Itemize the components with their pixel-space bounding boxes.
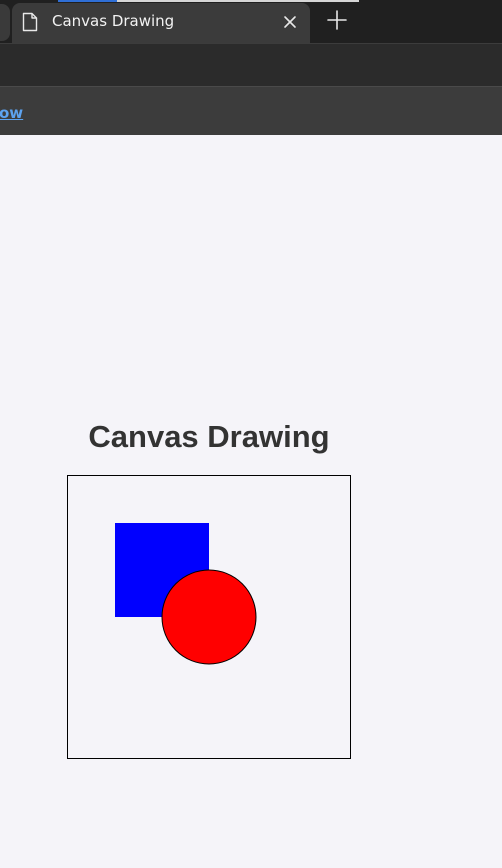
tab-title: Canvas Drawing [52, 12, 175, 30]
page-icon [22, 12, 38, 32]
page-content: Canvas Drawing [0, 135, 502, 868]
address-bar[interactable] [0, 43, 502, 87]
canvas-surface [115, 523, 257, 665]
plus-icon[interactable] [324, 7, 350, 33]
tab-strip-line [117, 0, 359, 2]
tab-strip-accent [58, 0, 117, 2]
tab-canvas-drawing[interactable]: Canvas Drawing [12, 3, 310, 43]
info-bar-link[interactable]: ow [0, 104, 23, 122]
page-title: Canvas Drawing [88, 419, 330, 454]
previous-tab-edge[interactable] [0, 4, 10, 41]
info-bar: ow [0, 87, 502, 135]
red-circle [161, 569, 257, 665]
tab-strip: Canvas Drawing [0, 0, 502, 43]
browser-chrome: Canvas Drawing ow [0, 0, 502, 135]
drawing-canvas[interactable] [67, 475, 351, 759]
close-icon[interactable] [281, 13, 299, 31]
